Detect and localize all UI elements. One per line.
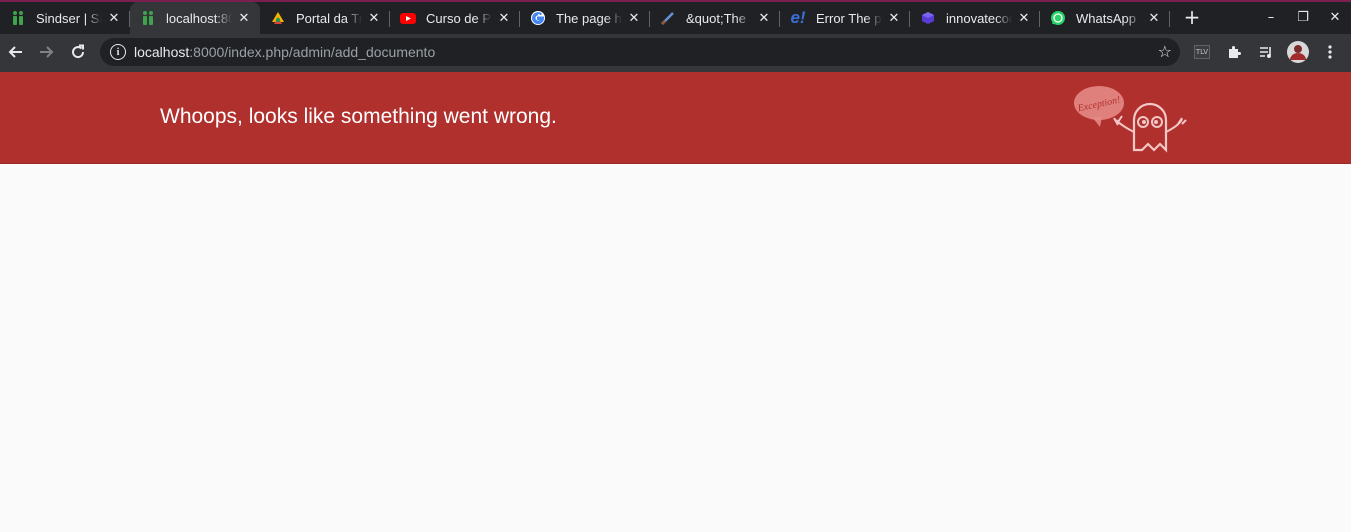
new-tab-button[interactable]: + xyxy=(1178,3,1206,31)
address-bar[interactable]: i localhost:8000/index.php/admin/add_doc… xyxy=(100,38,1180,66)
close-tab-icon[interactable]: ✕ xyxy=(236,10,252,26)
extensions-puzzle-icon[interactable] xyxy=(1222,40,1246,64)
forward-button[interactable] xyxy=(30,36,62,68)
tab-curso[interactable]: Curso de PHP ✕ xyxy=(390,2,520,34)
tab-list: Sindser | Sã ✕ localhost:8000 ✕ Portal d… xyxy=(0,2,1206,34)
close-tab-icon[interactable]: ✕ xyxy=(106,10,122,26)
tab-title: Portal da Transparência xyxy=(296,10,362,26)
extension-badge: TLV xyxy=(1193,45,1211,59)
window-controls: – ❐ ✕ xyxy=(1255,0,1351,34)
tab-error[interactable]: e! Error The page ✕ xyxy=(780,2,910,34)
tab-title: WhatsApp xyxy=(1076,10,1136,26)
arrow-right-icon xyxy=(40,46,54,58)
restore-button[interactable]: ❐ xyxy=(1287,0,1319,34)
bookmark-star-icon[interactable]: ☆ xyxy=(1158,42,1172,61)
url-text[interactable]: localhost:8000/index.php/admin/add_docum… xyxy=(134,44,435,60)
page-content: Whoops, looks like something went wrong.… xyxy=(0,72,1351,532)
close-tab-icon[interactable]: ✕ xyxy=(1146,10,1162,26)
tab-quot[interactable]: &quot;The ✕ xyxy=(650,2,780,34)
close-tab-icon[interactable]: ✕ xyxy=(626,10,642,26)
portal-logo-icon xyxy=(270,10,286,26)
ghost-mascot-icon: Exception! xyxy=(1074,86,1187,153)
brush-icon xyxy=(660,10,676,26)
close-tab-icon[interactable]: ✕ xyxy=(1016,10,1032,26)
error-message: Whoops, looks like something went wrong. xyxy=(160,105,557,128)
arrow-left-icon xyxy=(8,46,22,58)
tab-sindser[interactable]: Sindser | Sã ✕ xyxy=(0,2,130,34)
media-queue-icon[interactable] xyxy=(1254,40,1278,64)
cube-icon xyxy=(920,10,936,26)
tab-title: Error The page xyxy=(816,10,882,26)
tab-title: localhost:8000 xyxy=(166,10,232,26)
tab-title: Curso de PHP xyxy=(426,10,492,26)
tab-title: Sindser | Sã xyxy=(36,10,102,26)
close-tab-icon[interactable]: ✕ xyxy=(366,10,382,26)
people-green-icon xyxy=(10,10,26,26)
tab-title: innovatecode xyxy=(946,10,1012,26)
tab-title: &quot;The xyxy=(686,10,746,26)
google-icon xyxy=(530,10,546,26)
profile-avatar[interactable] xyxy=(1286,40,1310,64)
close-tab-icon[interactable]: ✕ xyxy=(756,10,772,26)
tab-strip: Sindser | Sã ✕ localhost:8000 ✕ Portal d… xyxy=(0,0,1351,34)
tab-title: The page has expired xyxy=(556,10,622,26)
youtube-icon xyxy=(400,10,416,26)
url-path: :8000/index.php/admin/add_documento xyxy=(189,44,436,60)
e-icon: e! xyxy=(790,8,806,27)
close-tab-icon[interactable]: ✕ xyxy=(886,10,902,26)
tab-page-expired[interactable]: The page has expired ✕ xyxy=(520,2,650,34)
tab-localhost[interactable]: localhost:8000 ✕ xyxy=(130,2,260,34)
tab-innovatecode[interactable]: innovatecode ✕ xyxy=(910,2,1040,34)
close-tab-icon[interactable]: ✕ xyxy=(496,10,512,26)
back-button[interactable] xyxy=(0,36,32,68)
error-banner: Whoops, looks like something went wrong.… xyxy=(0,72,1351,164)
browser-toolbar: i localhost:8000/index.php/admin/add_doc… xyxy=(0,34,1351,72)
reload-icon xyxy=(72,44,85,59)
url-host: localhost xyxy=(134,44,190,60)
extension-tlv-icon[interactable]: TLV xyxy=(1190,40,1214,64)
whatsapp-icon xyxy=(1050,10,1066,26)
tab-whatsapp[interactable]: WhatsApp ✕ xyxy=(1040,2,1170,34)
close-window-button[interactable]: ✕ xyxy=(1319,0,1351,34)
tab-portal[interactable]: Portal da Transparência ✕ xyxy=(260,2,390,34)
browser-menu-icon[interactable] xyxy=(1318,40,1342,64)
minimize-button[interactable]: – xyxy=(1255,0,1287,34)
site-info-icon[interactable]: i xyxy=(110,44,126,60)
reload-button[interactable] xyxy=(62,36,94,68)
people-green-icon xyxy=(140,10,156,26)
